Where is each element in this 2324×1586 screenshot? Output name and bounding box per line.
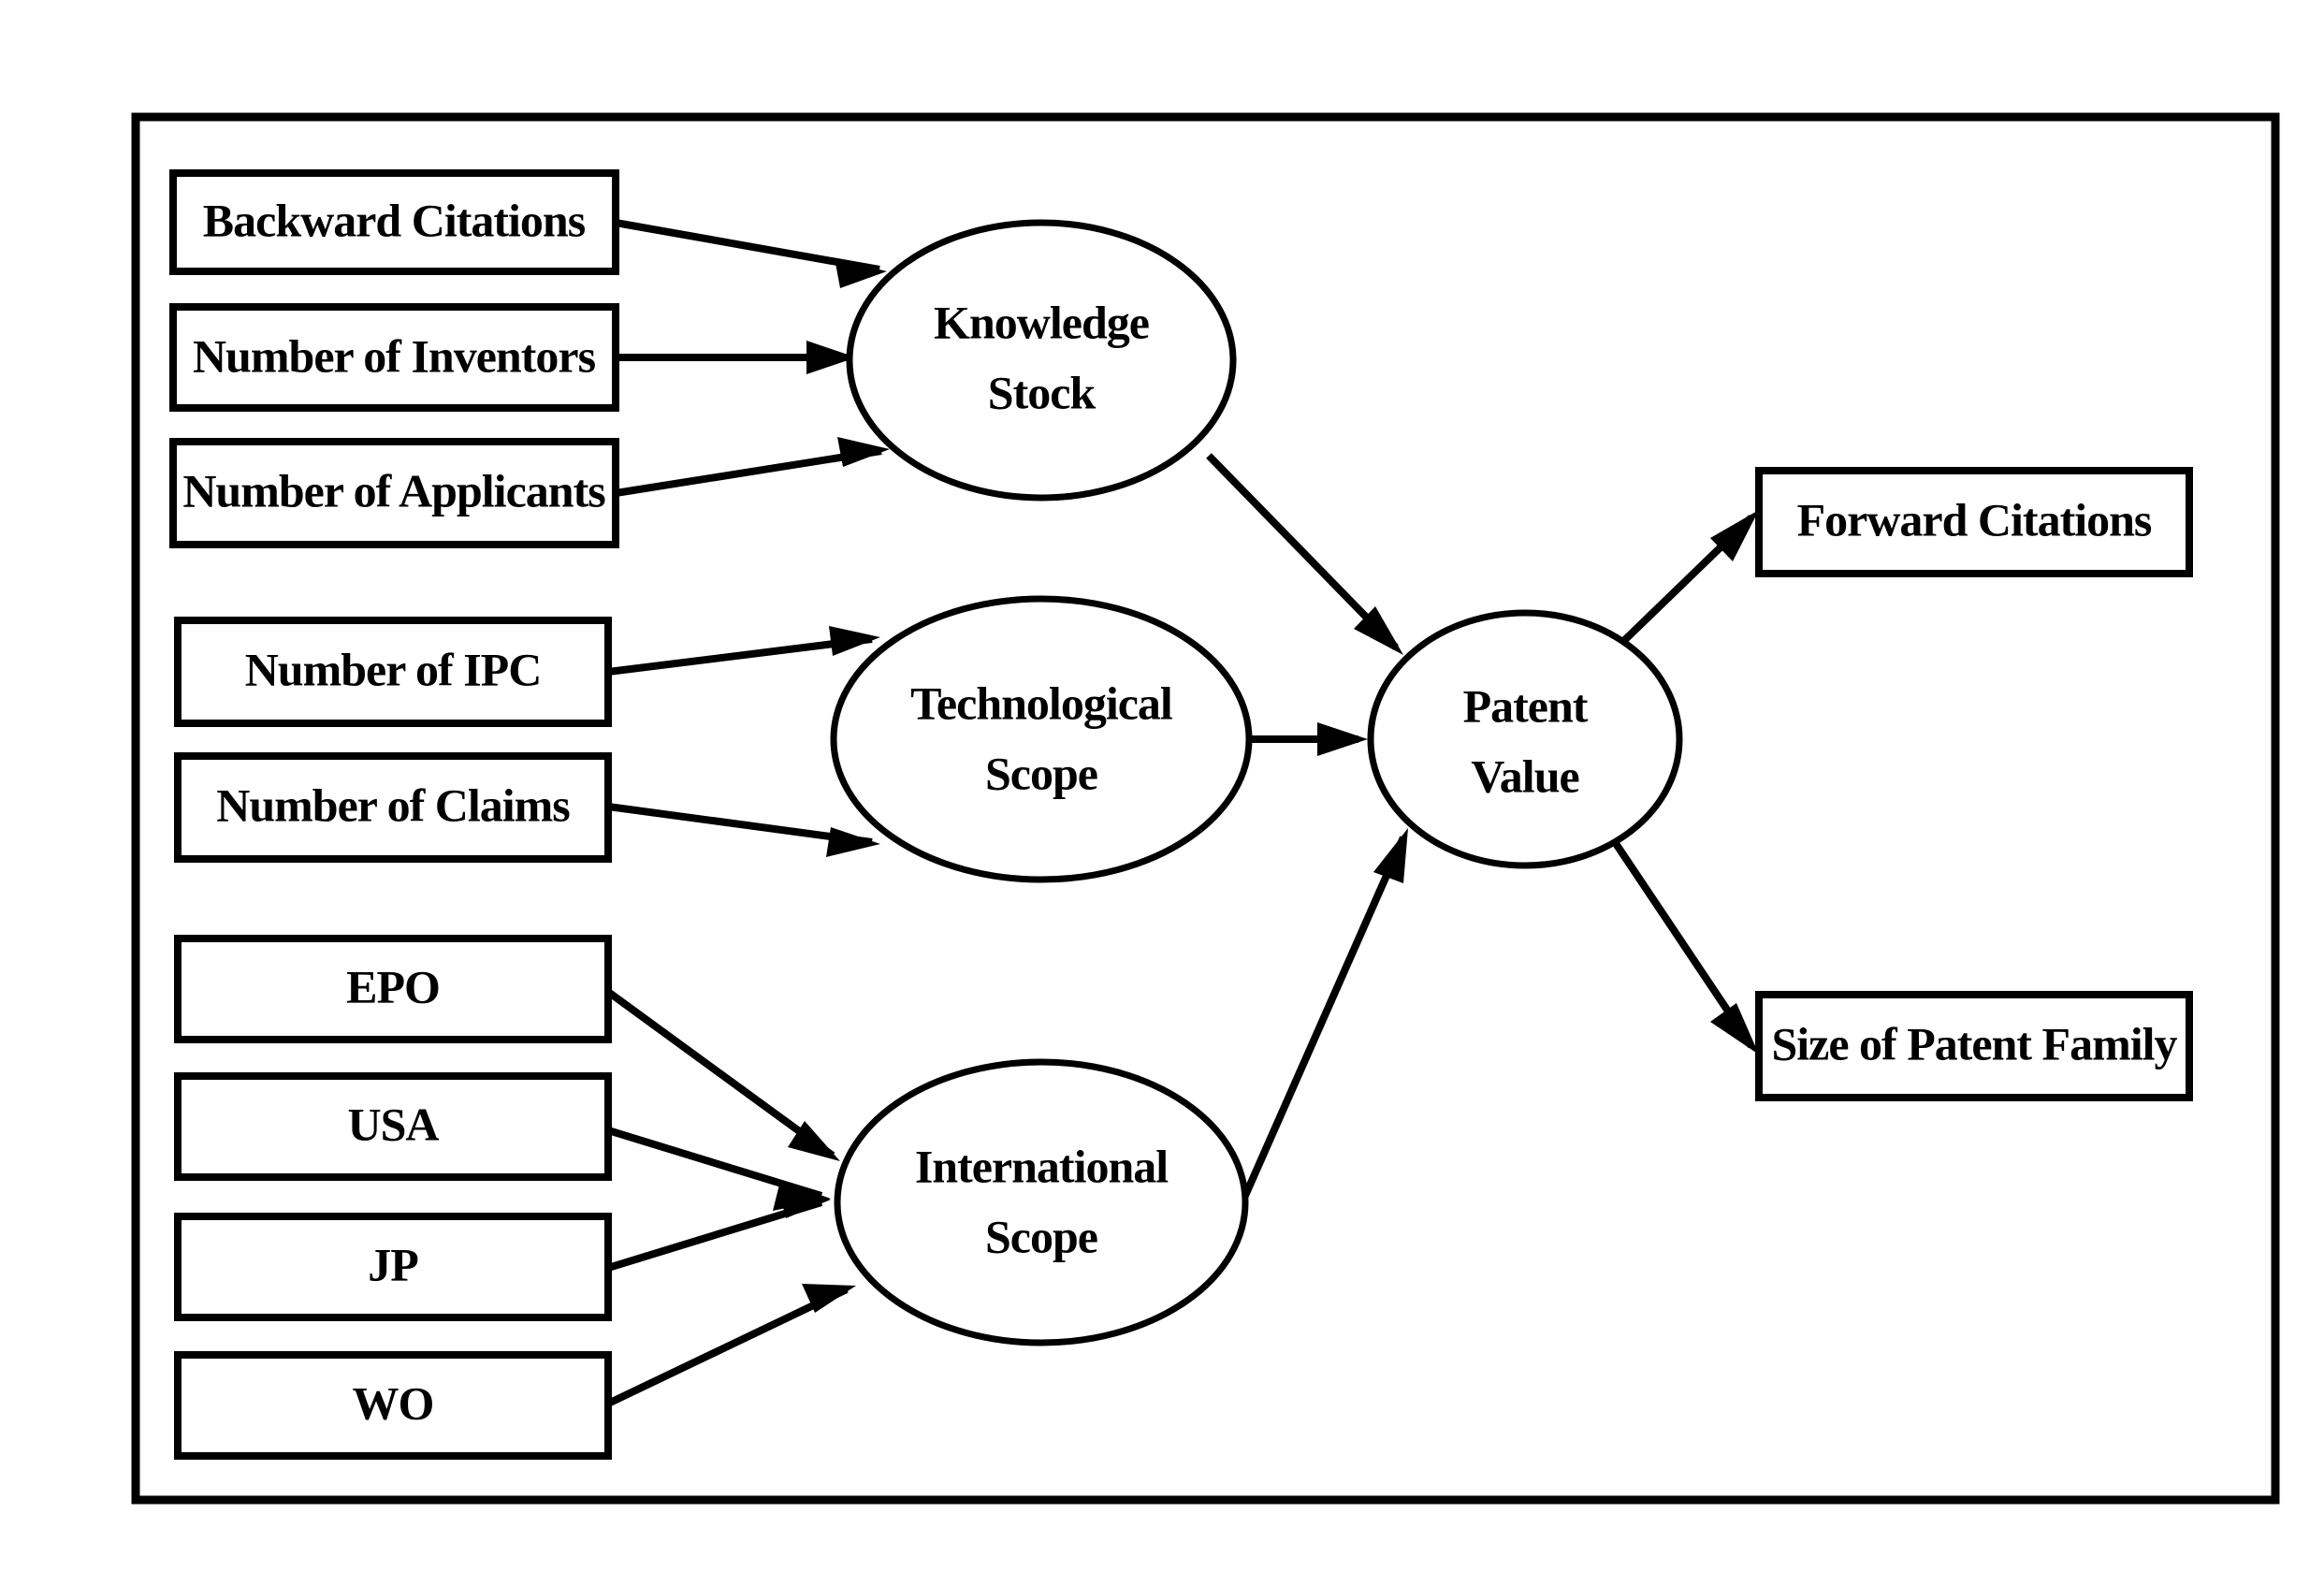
node-knowledge-stock[interactable]: Knowledge Stock (846, 219, 1237, 502)
node-patent-value[interactable]: Patent Value (1367, 609, 1683, 869)
node-number-of-applicants[interactable]: Number of Applicants (169, 438, 619, 548)
node-number-of-ipc[interactable]: Number of IPC (174, 617, 612, 727)
node-size-of-patent-family[interactable]: Size of Patent Family (1755, 991, 2193, 1101)
node-wo[interactable]: WO (174, 1351, 612, 1460)
edge-epo-to-international-scope (605, 988, 840, 1161)
node-number-of-claims[interactable]: Number of Claims (174, 752, 612, 863)
edge-jp-to-international-scope (606, 1188, 831, 1272)
node-label-usa: USA (347, 1098, 439, 1150)
node-label-technological-scope-line2: Scope (985, 747, 1097, 799)
node-backward-citations[interactable]: Backward Citations (169, 169, 619, 275)
node-label-number-of-applicants: Number of Applicants (182, 464, 605, 517)
node-label-size-of-patent-family: Size of Patent Family (1771, 1017, 2177, 1069)
node-label-forward-citations: Forward Citations (1797, 493, 2152, 546)
node-label-epo: EPO (346, 960, 440, 1012)
edge-knowledge-stock-to-patent-value (1206, 453, 1403, 655)
diagram-canvas: Backward Citations Number of Inventors N… (0, 0, 2324, 1586)
node-label-number-of-inventors: Number of Inventors (193, 329, 596, 382)
node-label-technological-scope-line1: Technological (910, 677, 1173, 729)
node-technological-scope[interactable]: Technological Scope (830, 595, 1253, 883)
node-label-jp: JP (368, 1238, 418, 1290)
edge-number-of-ipc-to-technological-scope (607, 626, 880, 676)
node-label-wo: WO (353, 1376, 434, 1429)
node-label-knowledge-stock-line2: Stock (988, 366, 1097, 418)
node-jp[interactable]: JP (174, 1213, 612, 1321)
node-international-scope[interactable]: International Scope (834, 1058, 1249, 1346)
node-label-international-scope-line2: Scope (985, 1210, 1097, 1262)
arrow-head (1710, 1003, 1759, 1055)
arrow-head (829, 626, 880, 656)
node-label-patent-value-line2: Value (1471, 749, 1578, 802)
edge-patent-value-to-size-of-patent-family (1604, 828, 1759, 1055)
indicator-box-layer: Backward Citations Number of Inventors N… (169, 169, 619, 1460)
node-forward-citations[interactable]: Forward Citations (1755, 467, 2193, 577)
node-number-of-inventors[interactable]: Number of Inventors (169, 303, 619, 412)
edge-number-of-claims-to-technological-scope (607, 803, 880, 857)
arrow-head (1373, 828, 1408, 883)
node-label-patent-value-line1: Patent (1463, 679, 1589, 732)
edge-number-of-inventors-to-knowledge-stock (616, 341, 856, 374)
edge-technological-scope-to-patent-value (1249, 722, 1368, 756)
node-usa[interactable]: USA (174, 1072, 612, 1181)
arrow-head (1317, 722, 1368, 756)
edge-backward-citations-to-knowledge-stock (615, 219, 887, 288)
node-label-number-of-ipc: Number of IPC (245, 643, 542, 695)
edge-international-scope-to-patent-value (1241, 828, 1408, 1200)
node-label-international-scope-line1: International (915, 1140, 1169, 1192)
outcome-box-layer: Forward Citations Size of Patent Family (1755, 467, 2193, 1101)
edge-number-of-applicants-to-knowledge-stock (615, 437, 890, 497)
edge-patent-value-to-forward-citations (1606, 510, 1759, 658)
arrow-head (826, 827, 880, 857)
node-label-number-of-claims: Number of Claims (216, 778, 570, 831)
node-epo[interactable]: EPO (174, 935, 612, 1043)
edge-wo-to-international-scope (606, 1284, 856, 1407)
node-label-backward-citations: Backward Citations (203, 194, 586, 246)
patent-value-diagram: Backward Citations Number of Inventors N… (131, 112, 2280, 1505)
node-label-knowledge-stock-line1: Knowledge (934, 296, 1149, 348)
